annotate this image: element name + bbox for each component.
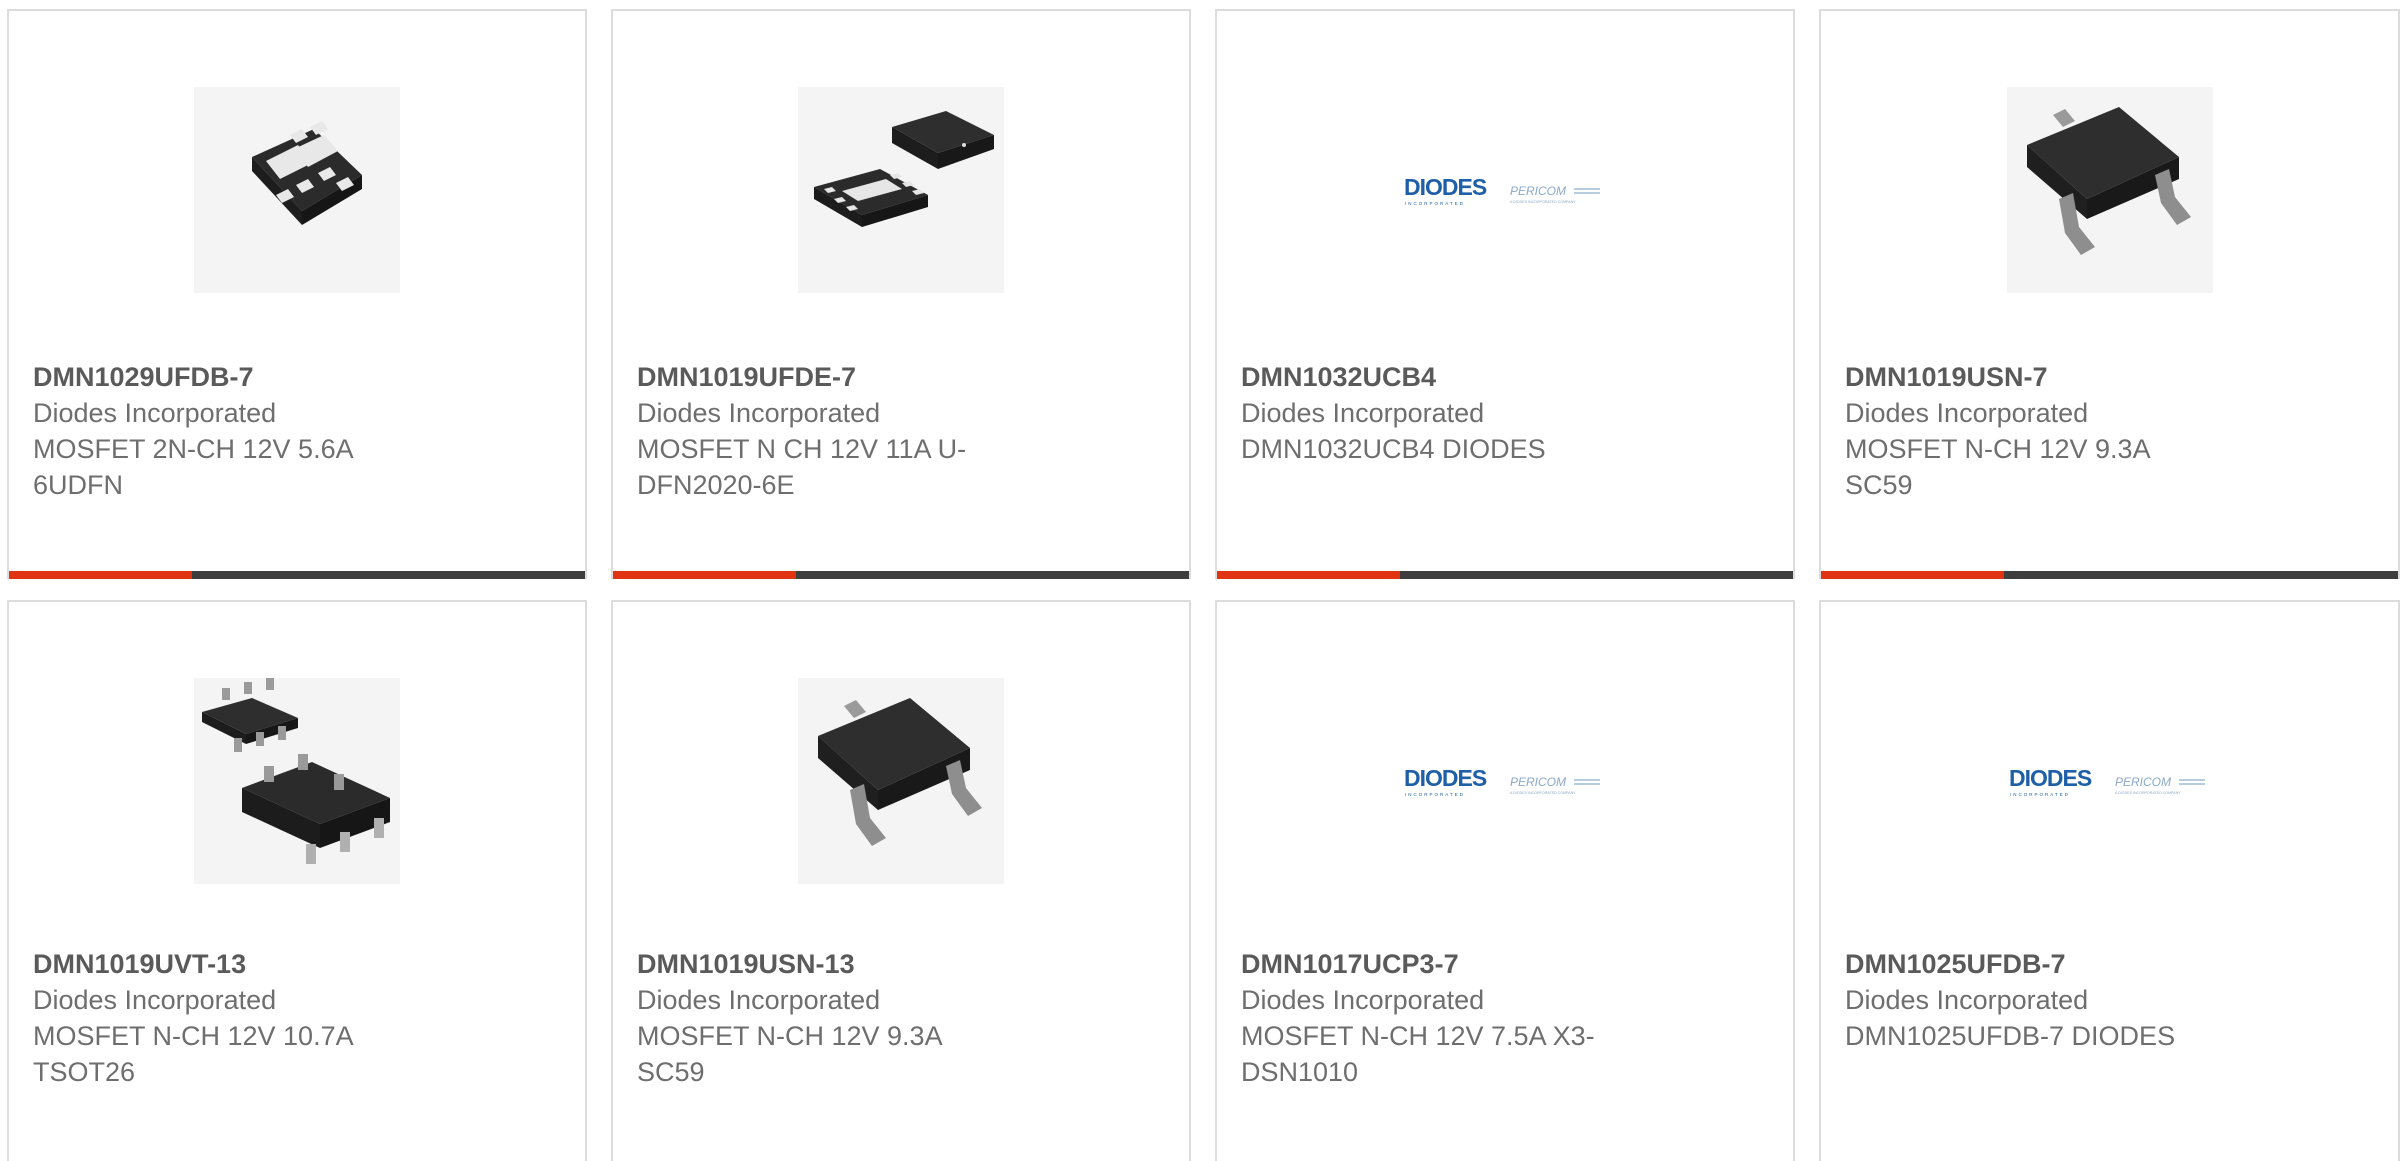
svg-text:DIODES: DIODES (2009, 765, 2092, 791)
sc59-package-icon (818, 698, 982, 846)
svg-text:INCORPORATED: INCORPORATED (1405, 792, 1465, 797)
part-number[interactable]: DMN1019USN-7 (1845, 359, 2374, 395)
product-card[interactable]: DMN1019USN-13 Diodes Incorporated MOSFET… (611, 600, 1191, 1161)
product-image-logo: DIODES INCORPORATED PERICOM A DIODES INC… (1402, 678, 1608, 884)
svg-text:INCORPORATED: INCORPORATED (1405, 201, 1465, 206)
product-card[interactable]: DMN1029UFDB-7 Diodes Incorporated MOSFET… (7, 9, 587, 579)
description: MOSFET N-CH 12V 10.7A TSOT26 (33, 1021, 353, 1087)
manufacturer: Diodes Incorporated (33, 985, 277, 1015)
product-image-sc59 (798, 678, 1004, 884)
part-number[interactable]: DMN1019UVT-13 (33, 946, 561, 982)
svg-text:PERICOM: PERICOM (1510, 775, 1566, 789)
manufacturer: Diodes Incorporated (1845, 985, 2089, 1015)
card-accent (1217, 571, 1400, 579)
svg-text:PERICOM: PERICOM (1510, 184, 1566, 198)
card-accent (9, 571, 192, 579)
product-image-logo: DIODES INCORPORATED PERICOM A DIODES INC… (1402, 87, 1608, 293)
description: DMN1032UCB4 DIODES (1241, 434, 1546, 464)
description: MOSFET N-CH 12V 7.5A X3-DSN1010 (1241, 1021, 1595, 1087)
tsot26-package-icon (202, 678, 390, 864)
manufacturer: Diodes Incorporated (1845, 398, 2089, 428)
card-accent (1821, 571, 2004, 579)
description: MOSFET N-CH 12V 9.3A SC59 (637, 1021, 942, 1087)
product-card[interactable]: DIODES INCORPORATED PERICOM A DIODES INC… (1819, 600, 2400, 1161)
svg-text:A DIODES INCORPORATED COMPANY: A DIODES INCORPORATED COMPANY (2115, 791, 2181, 795)
part-number[interactable]: DMN1032UCB4 (1241, 359, 1769, 395)
manufacturer: Diodes Incorporated (33, 398, 277, 428)
product-card[interactable]: DMN1019UVT-13 Diodes Incorporated MOSFET… (7, 600, 587, 1161)
manufacturer: Diodes Incorporated (1241, 985, 1485, 1015)
diodes-pericom-logo: DIODES INCORPORATED PERICOM A DIODES INC… (1404, 174, 1600, 206)
manufacturer: Diodes Incorporated (637, 985, 881, 1015)
product-image-tsot26 (194, 678, 400, 884)
card-bottom-bar (613, 571, 1189, 579)
sc59-package-icon (2026, 107, 2191, 255)
manufacturer: Diodes Incorporated (1241, 398, 1485, 428)
product-card[interactable]: DMN1019UFDE-7 Diodes Incorporated MOSFET… (611, 9, 1191, 579)
part-number[interactable]: DMN1025UFDB-7 (1845, 946, 2374, 982)
product-card[interactable]: DIODES INCORPORATED PERICOM A DIODES INC… (1215, 600, 1795, 1161)
dfn6-package-icon (814, 111, 994, 227)
svg-text:DIODES: DIODES (1404, 765, 1487, 791)
product-card[interactable]: DIODES INCORPORATED PERICOM A DIODES INC… (1215, 9, 1795, 579)
manufacturer: Diodes Incorporated (637, 398, 881, 428)
product-card[interactable]: DMN1019USN-7 Diodes Incorporated MOSFET … (1819, 9, 2400, 579)
product-image-dfn6-dual (194, 87, 400, 293)
card-bottom-bar (1821, 571, 2398, 579)
product-image-sc59 (2006, 87, 2213, 293)
part-number[interactable]: DMN1019USN-13 (637, 946, 1165, 982)
diodes-pericom-logo: DIODES INCORPORATED PERICOM A DIODES INC… (2009, 765, 2205, 797)
product-image-dfn6 (798, 87, 1004, 293)
description: MOSFET N CH 12V 11A U-DFN2020-6E (637, 434, 967, 500)
part-number[interactable]: DMN1017UCP3-7 (1241, 946, 1769, 982)
svg-text:PERICOM: PERICOM (2115, 775, 2171, 789)
svg-text:DIODES: DIODES (1404, 174, 1487, 200)
svg-text:A DIODES INCORPORATED COMPANY: A DIODES INCORPORATED COMPANY (1510, 200, 1576, 204)
product-image-logo: DIODES INCORPORATED PERICOM A DIODES INC… (2007, 678, 2213, 884)
dfn6-dual-package-icon (252, 121, 362, 225)
product-grid: DMN1029UFDB-7 Diodes Incorporated MOSFET… (0, 0, 2400, 1161)
svg-text:INCORPORATED: INCORPORATED (2010, 792, 2070, 797)
description: MOSFET 2N-CH 12V 5.6A 6UDFN (33, 434, 353, 500)
card-bottom-bar (9, 571, 585, 579)
card-bottom-bar (1217, 571, 1793, 579)
description: MOSFET N-CH 12V 9.3A SC59 (1845, 434, 2150, 500)
part-number[interactable]: DMN1019UFDE-7 (637, 359, 1165, 395)
card-accent (613, 571, 796, 579)
part-number[interactable]: DMN1029UFDB-7 (33, 359, 561, 395)
svg-text:A DIODES INCORPORATED COMPANY: A DIODES INCORPORATED COMPANY (1510, 791, 1576, 795)
diodes-pericom-logo: DIODES INCORPORATED PERICOM A DIODES INC… (1404, 765, 1600, 797)
description: DMN1025UFDB-7 DIODES (1845, 1021, 2176, 1051)
